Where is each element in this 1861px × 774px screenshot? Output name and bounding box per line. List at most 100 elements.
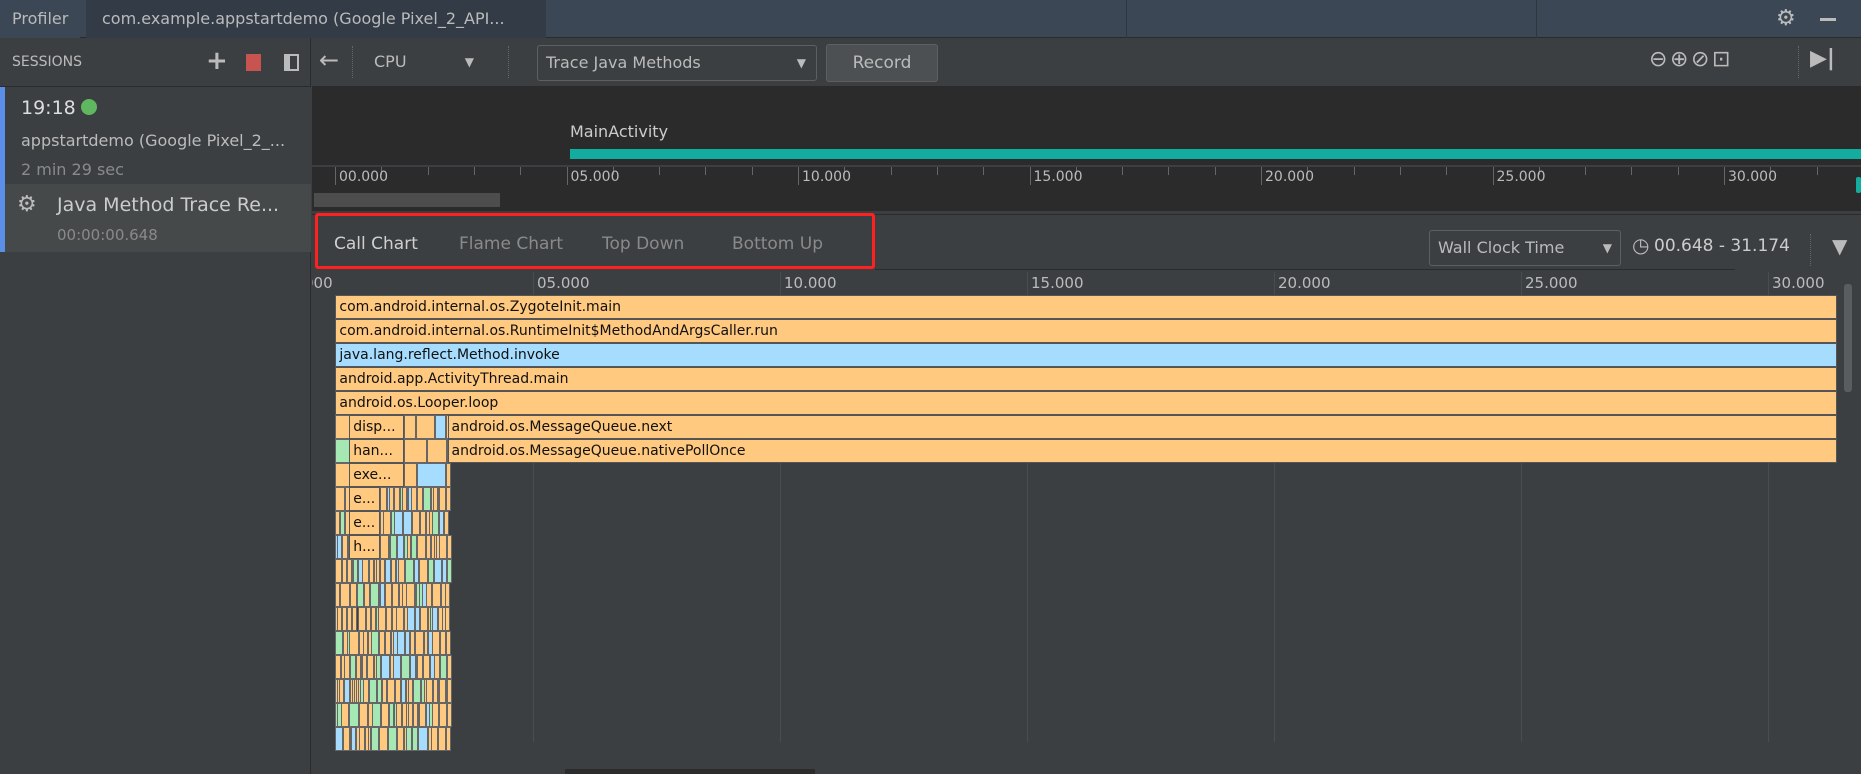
- call-frame[interactable]: [433, 559, 442, 583]
- call-frame[interactable]: e...: [349, 511, 380, 535]
- call-frame[interactable]: [434, 415, 447, 439]
- call-frame[interactable]: [417, 535, 426, 559]
- timeline-scrollbar[interactable]: [314, 193, 500, 207]
- call-frame[interactable]: [439, 535, 448, 559]
- call-frame[interactable]: [418, 727, 428, 751]
- call-frame[interactable]: [398, 559, 406, 583]
- call-frame[interactable]: [419, 559, 429, 583]
- call-frame[interactable]: [385, 583, 393, 607]
- call-frame[interactable]: [371, 727, 379, 751]
- call-frame[interactable]: [419, 703, 426, 727]
- call-frame[interactable]: [444, 583, 450, 607]
- call-frame[interactable]: [445, 463, 451, 487]
- call-frame[interactable]: [447, 679, 453, 703]
- call-frame[interactable]: [386, 679, 395, 703]
- call-frame[interactable]: [357, 607, 367, 631]
- call-frame[interactable]: [432, 631, 441, 655]
- call-frame[interactable]: [422, 487, 431, 511]
- zoom-to-selection-icon[interactable]: ⊡: [1712, 47, 1730, 72]
- call-frame[interactable]: [335, 631, 344, 655]
- call-frame[interactable]: [438, 679, 447, 703]
- call-frame[interactable]: [432, 583, 441, 607]
- call-chart[interactable]: 00005.00010.00015.00020.00025.00030.000 …: [312, 272, 1861, 764]
- tab-profiler[interactable]: Profiler: [0, 0, 81, 38]
- call-frame[interactable]: [369, 583, 379, 607]
- call-frame[interactable]: [447, 703, 453, 727]
- call-frame[interactable]: [419, 607, 428, 631]
- minimize-icon[interactable]: [1820, 18, 1836, 21]
- trace-item[interactable]: ⚙ Java Method Trace Re... 00:00:00.648: [0, 184, 311, 252]
- trace-config-select[interactable]: Trace Java Methods ▼: [537, 45, 817, 81]
- gear-icon[interactable]: ⚙: [1776, 6, 1796, 31]
- call-frame[interactable]: [404, 439, 427, 463]
- call-frame[interactable]: [341, 703, 350, 727]
- call-frame[interactable]: [412, 679, 421, 703]
- call-frame[interactable]: [446, 655, 452, 679]
- call-frame[interactable]: [432, 511, 440, 535]
- call-frame[interactable]: [438, 703, 448, 727]
- call-frame[interactable]: [358, 703, 368, 727]
- vertical-scrollbar[interactable]: [1844, 284, 1852, 392]
- go-live-icon[interactable]: ▶|: [1810, 46, 1835, 71]
- call-frame[interactable]: [414, 631, 424, 655]
- call-frame[interactable]: [361, 559, 370, 583]
- call-frame[interactable]: [439, 655, 447, 679]
- horizontal-scrollbar[interactable]: [565, 769, 815, 774]
- call-frame[interactable]: java.lang.reflect.Method.invoke: [335, 343, 1838, 367]
- call-frame[interactable]: [335, 487, 345, 511]
- call-frame[interactable]: h...: [349, 535, 380, 559]
- timeline-overview[interactable]: MainActivity 00.000 05.000 10.000 15.000 20.…: [312, 87, 1861, 211]
- call-frame[interactable]: [439, 487, 447, 511]
- call-frame[interactable]: [368, 679, 378, 703]
- call-frame[interactable]: [392, 655, 402, 679]
- call-frame[interactable]: android.app.ActivityThread.main: [335, 367, 1838, 391]
- call-frame[interactable]: [430, 727, 438, 751]
- filter-icon[interactable]: ▼: [1832, 234, 1847, 258]
- call-frame[interactable]: [446, 487, 452, 511]
- call-frame[interactable]: han...: [349, 439, 405, 463]
- call-frame[interactable]: [340, 583, 350, 607]
- call-frame[interactable]: [335, 727, 344, 751]
- reset-zoom-icon[interactable]: ⊘: [1691, 47, 1709, 72]
- call-frame[interactable]: [397, 535, 405, 559]
- call-frame[interactable]: com.android.internal.os.ZygoteInit.main: [335, 295, 1838, 319]
- call-frame[interactable]: [349, 631, 359, 655]
- plus-icon[interactable]: +: [206, 46, 228, 76]
- call-frame[interactable]: [443, 511, 449, 535]
- call-frame[interactable]: e...: [349, 487, 380, 511]
- call-frame[interactable]: [343, 727, 350, 751]
- call-frame[interactable]: [367, 655, 374, 679]
- selection-handle[interactable]: [1856, 177, 1861, 193]
- call-frame[interactable]: [405, 559, 415, 583]
- call-frame[interactable]: [396, 727, 405, 751]
- call-frame[interactable]: [423, 655, 430, 679]
- call-frame[interactable]: [379, 487, 387, 511]
- call-frame[interactable]: android.os.MessageQueue.nativePollOnce: [447, 439, 1838, 463]
- call-frame[interactable]: [396, 607, 404, 631]
- record-button[interactable]: Record: [826, 44, 938, 82]
- call-frame[interactable]: [349, 703, 359, 727]
- call-frame[interactable]: [406, 607, 416, 631]
- call-frame[interactable]: [379, 535, 389, 559]
- call-frame[interactable]: [392, 583, 400, 607]
- call-frame[interactable]: [356, 583, 365, 607]
- zoom-in-icon[interactable]: ⊕: [1670, 47, 1688, 72]
- call-frame[interactable]: [446, 631, 452, 655]
- call-frame[interactable]: exe...: [349, 463, 405, 487]
- call-frame[interactable]: [437, 727, 446, 751]
- call-frame[interactable]: [405, 583, 416, 607]
- clock-type-select[interactable]: Wall Clock Time ▼: [1429, 230, 1621, 266]
- call-frame[interactable]: [447, 535, 453, 559]
- call-frame[interactable]: [349, 583, 357, 607]
- monitor-select[interactable]: CPU ▼: [362, 44, 482, 80]
- call-frame[interactable]: [394, 511, 403, 535]
- panel-icon[interactable]: [284, 54, 299, 71]
- call-frame[interactable]: android.os.Looper.loop: [335, 391, 1838, 415]
- call-frame[interactable]: [390, 535, 398, 559]
- call-frame[interactable]: [370, 631, 379, 655]
- tab-session[interactable]: com.example.appstartdemo (Google Pixel_2…: [86, 0, 546, 38]
- call-frame[interactable]: android.os.MessageQueue.next: [447, 415, 1838, 439]
- call-frame[interactable]: [371, 703, 381, 727]
- call-frame[interactable]: [380, 655, 391, 679]
- call-frame[interactable]: [412, 511, 420, 535]
